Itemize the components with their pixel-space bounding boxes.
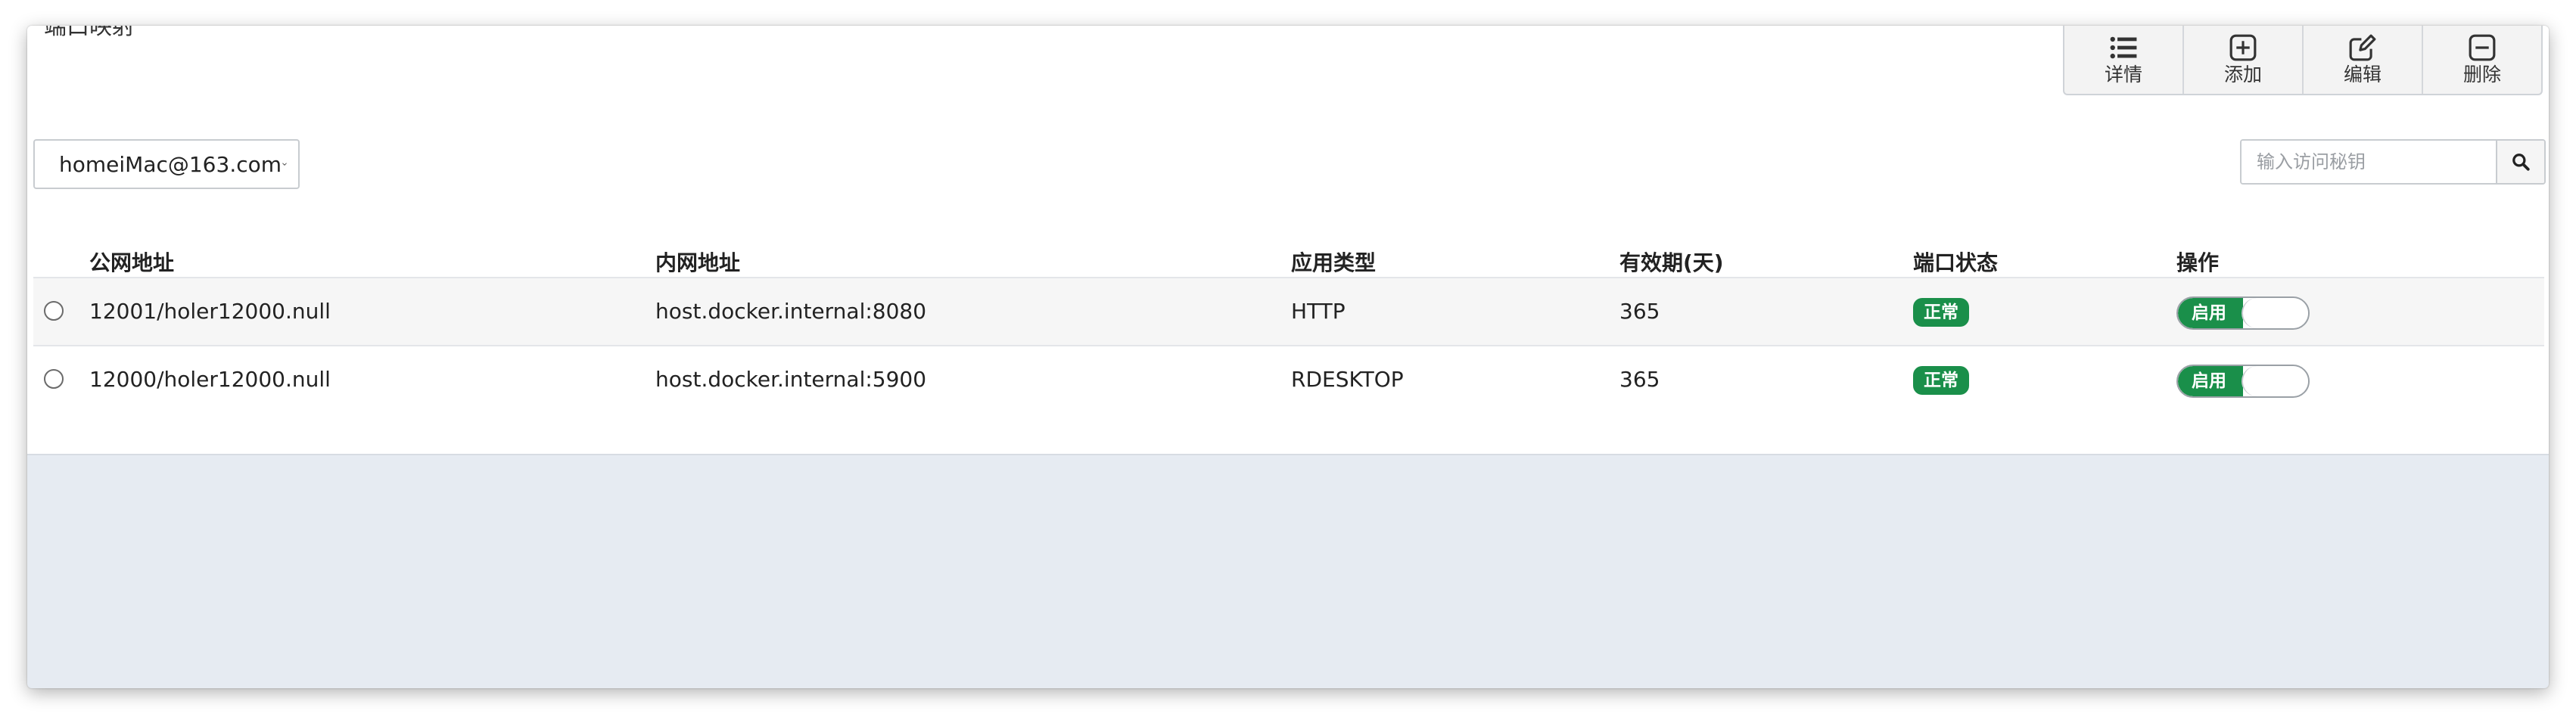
details-label: 详情 [2104, 64, 2142, 85]
access-key-search [2240, 139, 2546, 185]
toggle-knob [2242, 298, 2308, 328]
header-port-status: 端口状态 [1913, 250, 1999, 275]
cell-public-address: 12001/holer12000.null [89, 299, 331, 324]
cell-app-type: RDESKTOP [1291, 367, 1404, 392]
search-icon [2512, 154, 2530, 171]
minus-square-icon [2469, 34, 2496, 61]
search-button[interactable] [2496, 141, 2544, 183]
port-mapping-panel: 端口映射 详情 添加 编辑 删除 homeiMac@163.com 输入访问秘钥… [27, 26, 2549, 455]
details-button[interactable]: 详情 [2064, 26, 2184, 94]
access-key-input[interactable] [2242, 141, 2496, 183]
edit-button[interactable]: 编辑 [2304, 26, 2423, 94]
header-validity-days: 有效期(天) [1619, 250, 1724, 275]
cell-public-address: 12000/holer12000.null [89, 367, 331, 392]
header-action: 操作 [2176, 250, 2220, 275]
toggle-knob [2242, 366, 2308, 396]
header-public-address: 公网地址 [89, 250, 175, 275]
delete-label: 删除 [2462, 64, 2501, 85]
toolbar: 详情 添加 编辑 删除 [2063, 26, 2543, 95]
delete-button[interactable]: 删除 [2423, 26, 2541, 94]
row-radio[interactable] [44, 369, 64, 389]
status-badge: 正常 [1913, 298, 1969, 327]
cell-internal-address: host.docker.internal:8080 [655, 299, 927, 324]
account-select-value: homeiMac@163.com [59, 151, 282, 177]
table-row[interactable]: 12000/holer12000.null host.docker.intern… [33, 346, 2544, 413]
cell-app-type: HTTP [1291, 299, 1346, 324]
row-radio[interactable] [44, 301, 64, 321]
add-label: 添加 [2223, 64, 2262, 85]
status-badge: 正常 [1913, 366, 1969, 395]
enable-toggle[interactable]: 启用 [2176, 296, 2310, 330]
enable-toggle[interactable]: 启用 [2176, 365, 2310, 398]
plus-square-icon [2229, 34, 2257, 61]
chevron-down-icon [282, 163, 287, 166]
cell-validity-days: 365 [1619, 367, 1660, 392]
toggle-label: 启用 [2178, 366, 2243, 396]
header-internal-address: 内网地址 [655, 250, 741, 275]
table-row[interactable]: 12001/holer12000.null host.docker.intern… [33, 278, 2544, 345]
app-window: 端口映射 详情 添加 编辑 删除 homeiMac@163.com 输入访问秘钥… [27, 26, 2549, 688]
pencil-square-icon [2349, 34, 2376, 61]
add-button[interactable]: 添加 [2184, 26, 2304, 94]
cell-validity-days: 365 [1619, 299, 1660, 324]
edit-label: 编辑 [2343, 64, 2382, 85]
toggle-label: 启用 [2178, 298, 2243, 328]
account-select[interactable]: homeiMac@163.com [33, 139, 300, 189]
list-icon [2110, 36, 2137, 59]
cell-internal-address: host.docker.internal:5900 [655, 367, 927, 392]
panel-title: 端口映射 [44, 26, 135, 40]
header-app-type: 应用类型 [1291, 250, 1377, 275]
